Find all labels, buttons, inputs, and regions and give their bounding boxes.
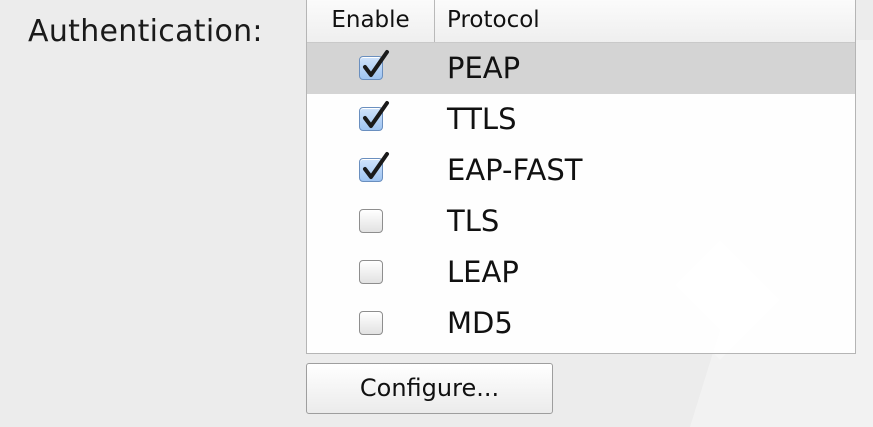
table-header: Enable Protocol xyxy=(307,0,855,43)
enable-checkbox-peap[interactable] xyxy=(359,50,389,80)
enable-column-header[interactable]: Enable xyxy=(307,0,435,42)
table-row-peap[interactable]: PEAP xyxy=(307,43,855,94)
protocol-label: PEAP xyxy=(447,51,521,85)
protocol-label: TTLS xyxy=(447,102,517,136)
protocol-label: EAP-FAST xyxy=(447,153,583,187)
protocol-label: TLS xyxy=(447,204,500,238)
table-row-ttls[interactable]: TTLS xyxy=(307,94,855,145)
checkmark-icon xyxy=(363,152,389,179)
enable-checkbox-leap[interactable] xyxy=(359,260,383,284)
configure-button[interactable]: Configure... xyxy=(306,363,553,414)
table-row-md5[interactable]: MD5 xyxy=(307,298,855,349)
protocol-table: Enable Protocol PEAP TTLS EAP-FAST TLS L… xyxy=(306,0,856,354)
enable-checkbox-eap-fast[interactable] xyxy=(359,152,389,182)
table-row-leap[interactable]: LEAP xyxy=(307,247,855,298)
checkmark-icon xyxy=(363,50,389,77)
checkmark-icon xyxy=(363,101,389,128)
authentication-label: Authentication: xyxy=(28,14,263,49)
table-body: PEAP TTLS EAP-FAST TLS LEAP MD5 xyxy=(307,43,855,349)
table-row-tls[interactable]: TLS xyxy=(307,196,855,247)
table-row-eap-fast[interactable]: EAP-FAST xyxy=(307,145,855,196)
enable-checkbox-tls[interactable] xyxy=(359,209,383,233)
protocol-label: MD5 xyxy=(447,306,513,340)
protocol-column-header[interactable]: Protocol xyxy=(447,0,540,42)
protocol-label: LEAP xyxy=(447,255,519,289)
enable-checkbox-ttls[interactable] xyxy=(359,101,389,131)
enable-checkbox-md5[interactable] xyxy=(359,311,383,335)
